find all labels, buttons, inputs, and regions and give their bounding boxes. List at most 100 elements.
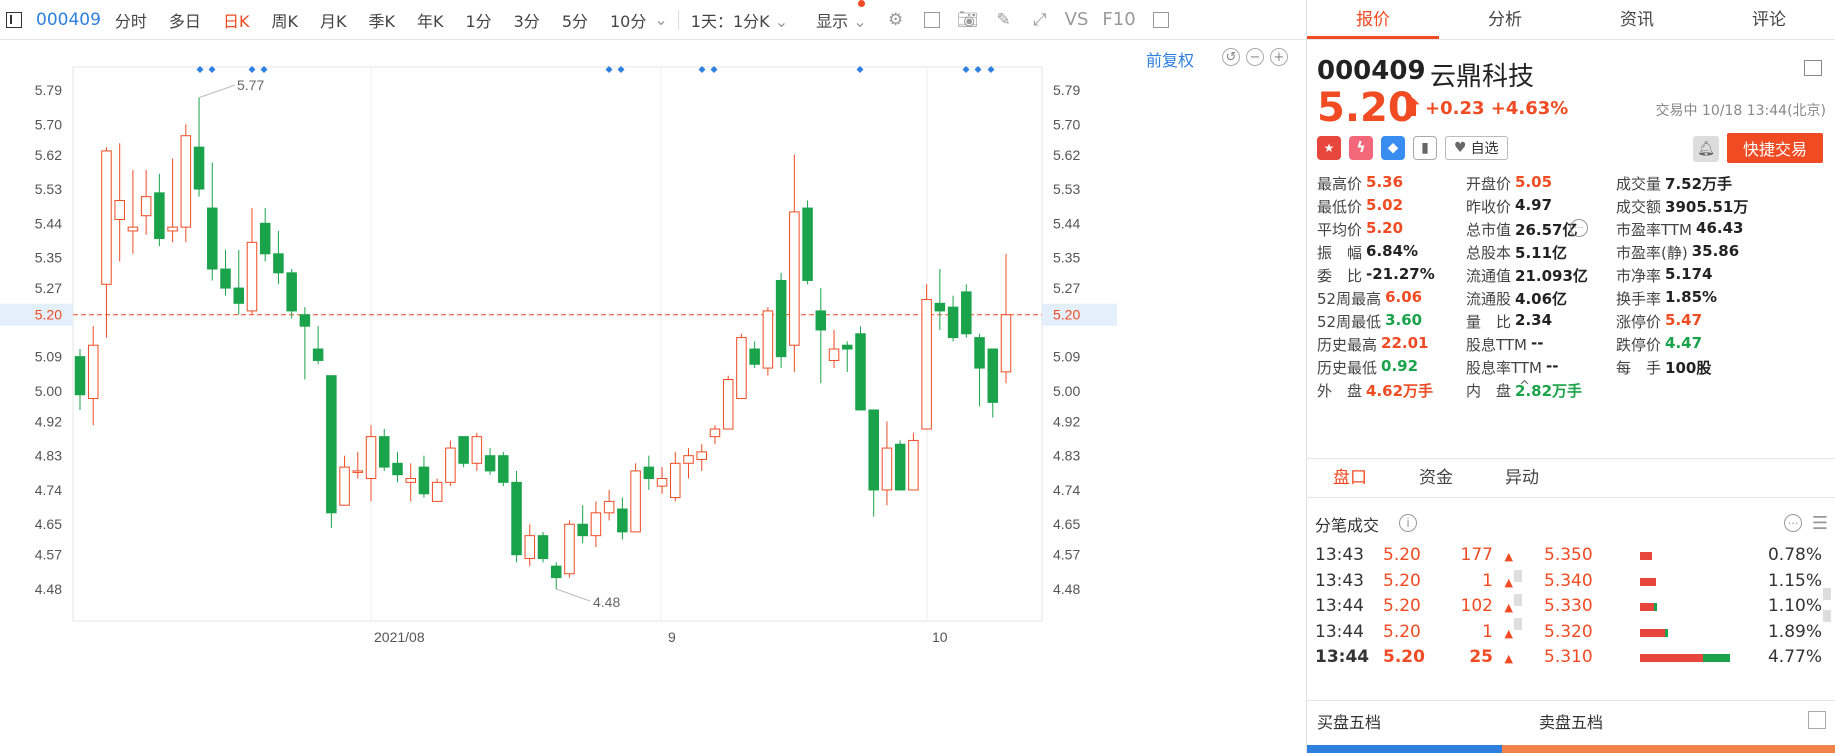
candle-body xyxy=(326,375,337,514)
candle-body xyxy=(1000,314,1012,373)
lightning-icon[interactable]: ϟ xyxy=(1349,136,1373,160)
stat-value: 4.62万手 xyxy=(1366,382,1434,400)
candle-body xyxy=(683,455,694,464)
stat-label: 每 手 xyxy=(1616,359,1662,377)
y-tick-label-right: 4.83 xyxy=(1053,448,1080,464)
reset-icon[interactable]: ↺ xyxy=(1222,48,1240,66)
vs-compare-button[interactable]: VS xyxy=(1065,9,1089,31)
ladder-scrollbar[interactable] xyxy=(1823,588,1831,628)
ladder-row: 5.340 1.15% xyxy=(1532,571,1822,597)
x-tick-label: 2021/08 xyxy=(374,629,425,645)
triangle-up-icon: ▲ xyxy=(1504,601,1513,614)
stat-label: 最高价 xyxy=(1317,175,1363,193)
china-flag-icon[interactable]: ★ xyxy=(1317,136,1341,160)
stat-cell: 跌停价 4.47 xyxy=(1616,334,1829,355)
stat-cell: 开盘价 5.05 xyxy=(1466,173,1616,194)
candle-body xyxy=(233,287,245,304)
ladder-percent: 1.15% xyxy=(1767,570,1822,591)
gear-icon[interactable]: ⚙ xyxy=(885,9,907,31)
period-yearly-k[interactable]: 年K xyxy=(417,8,444,32)
period-daily-k[interactable]: 日K xyxy=(223,8,250,32)
candle-body xyxy=(881,447,893,491)
stat-value: 26.57亿 xyxy=(1515,221,1578,239)
period-3min[interactable]: 3分 xyxy=(514,8,540,32)
pencil-icon[interactable]: ✎ xyxy=(993,9,1015,31)
min-pointer xyxy=(556,588,591,602)
stat-value: -- xyxy=(1531,334,1544,352)
candle-body xyxy=(722,378,734,430)
tick-price: 5.20 xyxy=(1383,570,1421,591)
fullscreen-icon[interactable]: ⤢ xyxy=(1029,9,1051,31)
chevron-down-icon[interactable]: ⌄ xyxy=(654,10,667,29)
subtab-funds[interactable]: 资金 xyxy=(1393,459,1479,497)
ticks-scrollbar[interactable] xyxy=(1514,570,1522,638)
f10-button[interactable]: F10 xyxy=(1102,9,1135,31)
candle-body xyxy=(709,428,721,438)
period-10min[interactable]: 10分 xyxy=(610,8,646,32)
fuquan-toggle[interactable]: 前复权 xyxy=(1146,47,1194,71)
display-dropdown[interactable]: 显示 ⌄ xyxy=(816,8,867,32)
stat-cell: 涨停价 5.47 xyxy=(1616,311,1829,332)
more-icon[interactable]: ··· xyxy=(1784,514,1802,532)
sell-strength-bar xyxy=(1502,745,1835,753)
candle-body xyxy=(511,481,522,556)
tick-price: 5.20 xyxy=(1383,647,1425,667)
subtab-pankou[interactable]: 盘口 xyxy=(1307,459,1393,497)
period-1min[interactable]: 1分 xyxy=(465,8,491,32)
quick-trade-button[interactable]: 快捷交易 xyxy=(1727,133,1823,163)
stat-value: 7.52万手 xyxy=(1665,175,1733,193)
zoom-in-icon[interactable]: + xyxy=(1270,48,1288,66)
stats-row: 52周最低 3.60 量 比 2.34 涨停价 5.47 xyxy=(1317,310,1829,333)
ladder-price: 5.320 xyxy=(1544,621,1593,642)
candle-body xyxy=(180,135,192,228)
stat-cell: 最低价 5.02 xyxy=(1317,196,1466,217)
add-watchlist-button[interactable]: ♥ 自选 xyxy=(1445,136,1508,160)
stat-label: 流通股 xyxy=(1466,290,1512,308)
period-duori[interactable]: 多日 xyxy=(169,8,201,32)
stat-value: 100股 xyxy=(1665,359,1712,377)
candle-body xyxy=(220,268,231,289)
candle-body xyxy=(564,523,575,575)
square-color-icon[interactable] xyxy=(921,9,943,31)
bell-icon[interactable]: 🔔︎ xyxy=(1693,136,1719,162)
candle-body xyxy=(458,436,469,464)
panel-toggle-icon[interactable] xyxy=(1150,9,1172,31)
camera-icon[interactable]: 📷︎ xyxy=(957,9,979,31)
zoom-out-icon[interactable]: − xyxy=(1246,48,1264,66)
expand-icon[interactable] xyxy=(1808,711,1826,729)
info-icon[interactable]: i xyxy=(1399,514,1417,532)
bookmark-icon[interactable]: ▮ xyxy=(1413,136,1437,160)
candle-body xyxy=(961,291,972,335)
candle-body xyxy=(987,348,999,403)
stat-label: 平均价 xyxy=(1317,221,1363,239)
period-dropdown[interactable]: 1天：1分K ⌄ xyxy=(691,8,788,32)
tick-price: 5.20 xyxy=(1383,596,1421,616)
more-icon[interactable]: ··· xyxy=(1570,219,1588,237)
candle-body xyxy=(828,348,840,361)
stat-label: 量 比 xyxy=(1466,313,1512,331)
chevron-up-icon[interactable]: ^ xyxy=(1519,379,1530,394)
candle-body xyxy=(762,310,774,369)
menu-icon[interactable] xyxy=(1804,60,1822,76)
triangle-up-icon: ▲ xyxy=(1504,550,1513,563)
stat-label: 振 幅 xyxy=(1317,244,1363,262)
candle-body xyxy=(259,222,271,255)
candle-body xyxy=(498,455,509,483)
list-icon[interactable]: ☰ xyxy=(1812,513,1828,534)
period-fenshi[interactable]: 分时 xyxy=(115,8,147,32)
ladder-red-bar xyxy=(1640,577,1656,586)
kline-chart[interactable]: 5.79 5.79 5.70 5.70 5.62 5.62 5.53 5.53 5.44 5.44… xyxy=(0,41,1305,753)
stat-cell: 内 盘 2.82万手 xyxy=(1466,380,1616,401)
period-quarterly-k[interactable]: 季K xyxy=(368,8,395,32)
tick-volume: 1 xyxy=(1482,621,1493,642)
candle-body xyxy=(789,211,800,346)
subtab-changes[interactable]: 异动 xyxy=(1479,459,1565,497)
period-monthly-k[interactable]: 月K xyxy=(320,8,347,32)
y-tick-label-right: 4.65 xyxy=(1053,516,1080,532)
sidebar-toggle-icon[interactable] xyxy=(6,11,22,28)
period-weekly-k[interactable]: 周K xyxy=(271,8,298,32)
tag-icon[interactable]: ⬥ xyxy=(1381,136,1405,160)
candle-body xyxy=(445,447,456,483)
candle-body xyxy=(643,466,655,480)
period-5min[interactable]: 5分 xyxy=(562,8,588,32)
